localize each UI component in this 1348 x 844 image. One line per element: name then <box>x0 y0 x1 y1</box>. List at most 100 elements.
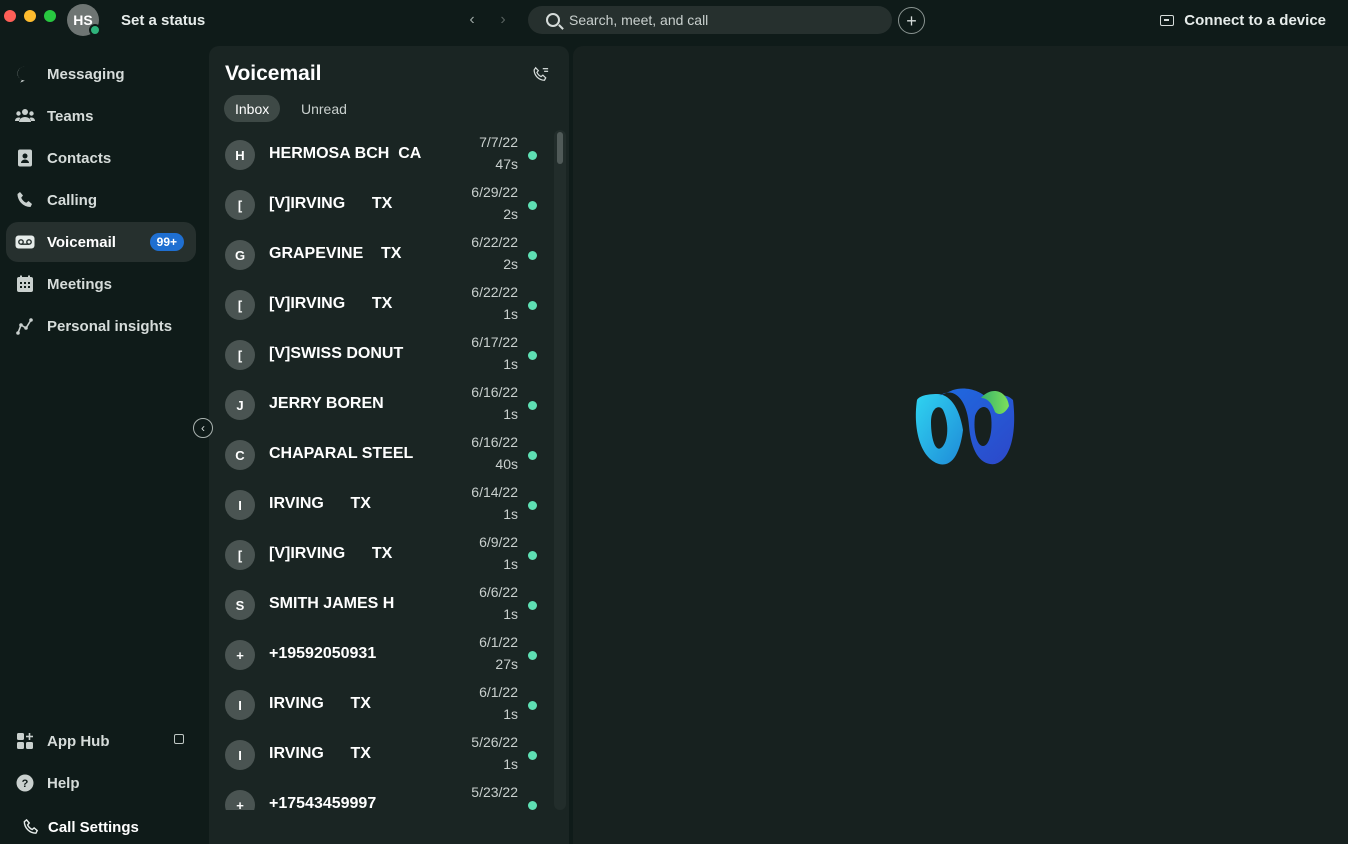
voicemail-list: H HERMOSA BCH CA 7/7/22 47s [ [V]IRVING … <box>209 130 554 810</box>
minimize-window-button[interactable] <box>24 10 36 22</box>
list-item[interactable]: + +19592050931 6/1/22 27s <box>209 630 554 680</box>
collapse-sidebar-button[interactable]: ‹ <box>193 418 213 438</box>
unread-dot <box>528 151 537 160</box>
list-item[interactable]: [ [V]IRVING TX 6/29/22 2s <box>209 180 554 230</box>
sidebar-item-contacts[interactable]: Contacts <box>6 138 196 178</box>
avatar: [ <box>225 190 255 220</box>
list-item[interactable]: [ [V]SWISS DONUT 6/17/22 1s <box>209 330 554 380</box>
caller-name: GRAPEVINE TX <box>269 245 402 262</box>
external-link-icon <box>174 734 184 744</box>
voicemail-date: 6/9/22 <box>479 534 518 550</box>
sidebar-item-voicemail[interactable]: Voicemail 99+ <box>6 222 196 262</box>
avatar: J <box>225 390 255 420</box>
insights-icon <box>15 316 35 336</box>
voicemail-duration: 40s <box>495 456 518 472</box>
voicemail-date: 6/16/22 <box>471 434 518 450</box>
connect-to-device-button[interactable]: Connect to a device <box>1160 12 1326 29</box>
avatar: + <box>225 790 255 810</box>
unread-dot <box>528 801 537 810</box>
scrollbar-thumb[interactable] <box>557 132 563 164</box>
forward-arrow-icon[interactable]: › <box>494 10 512 30</box>
main-content-area <box>573 46 1348 844</box>
avatar: I <box>225 690 255 720</box>
sidebar: Messaging Teams Contacts Calling Voicema… <box>0 46 205 844</box>
caller-name: +19592050931 <box>269 645 377 662</box>
list-item[interactable]: [ [V]IRVING TX 6/9/22 1s <box>209 530 554 580</box>
list-item[interactable]: I IRVING TX 6/1/22 1s <box>209 680 554 730</box>
list-item[interactable]: C CHAPARAL STEEL 6/16/22 40s <box>209 430 554 480</box>
unread-dot <box>528 751 537 760</box>
app-hub-icon <box>15 731 35 751</box>
caller-name: [V]IRVING TX <box>269 295 393 312</box>
set-status-button[interactable]: Set a status <box>121 12 205 29</box>
avatar: S <box>225 590 255 620</box>
unread-dot <box>528 351 537 360</box>
unread-dot <box>528 301 537 310</box>
voicemail-duration: 2s <box>503 206 518 222</box>
tab-inbox[interactable]: Inbox <box>224 95 281 122</box>
avatar: C <box>225 440 255 470</box>
sidebar-item-teams[interactable]: Teams <box>6 96 196 136</box>
voicemail-date: 6/6/22 <box>479 584 518 600</box>
sidebar-item-personal-insights[interactable]: Personal insights <box>6 306 196 346</box>
sidebar-item-label: Contacts <box>47 149 112 167</box>
call-settings-button[interactable]: Call Settings <box>22 818 139 836</box>
chat-bubble-icon <box>15 64 35 84</box>
sidebar-item-help[interactable]: ? Help <box>6 763 196 803</box>
sidebar-item-label: App Hub <box>47 732 110 750</box>
tab-unread[interactable]: Unread <box>290 95 358 122</box>
back-arrow-icon[interactable]: ‹ <box>463 10 481 30</box>
voicemail-date: 6/29/22 <box>471 184 518 200</box>
caller-name: [V]SWISS DONUT <box>269 345 404 362</box>
unread-dot <box>528 601 537 610</box>
list-item[interactable]: I IRVING TX 6/14/22 1s <box>209 480 554 530</box>
sidebar-item-label: Teams <box>47 107 94 125</box>
calendar-icon <box>15 274 35 294</box>
list-item[interactable]: I IRVING TX 5/26/22 1s <box>209 730 554 780</box>
voicemail-date: 6/16/22 <box>471 384 518 400</box>
voicemail-duration: 1s <box>503 406 518 422</box>
maximize-window-button[interactable] <box>44 10 56 22</box>
list-item[interactable]: H HERMOSA BCH CA 7/7/22 47s <box>209 130 554 180</box>
caller-name: IRVING TX <box>269 695 371 712</box>
new-action-plus-button[interactable]: + <box>898 7 925 34</box>
list-item[interactable]: [ [V]IRVING TX 6/22/22 1s <box>209 280 554 330</box>
avatar: + <box>225 640 255 670</box>
sidebar-item-meetings[interactable]: Meetings <box>6 264 196 304</box>
sidebar-item-app-hub[interactable]: App Hub <box>6 721 196 761</box>
page-title: Voicemail <box>225 62 322 85</box>
unread-dot <box>528 451 537 460</box>
voicemail-date: 7/7/22 <box>479 134 518 150</box>
voicemail-date: 6/22/22 <box>471 234 518 250</box>
phone-settings-icon <box>22 818 40 836</box>
presence-indicator <box>89 24 101 36</box>
search-input[interactable]: Search, meet, and call <box>528 6 892 34</box>
sidebar-item-messaging[interactable]: Messaging <box>6 54 196 94</box>
voicemail-duration: 1s <box>503 556 518 572</box>
avatar: I <box>225 490 255 520</box>
list-item[interactable]: J JERRY BOREN 6/16/22 1s <box>209 380 554 430</box>
avatar: [ <box>225 290 255 320</box>
sidebar-item-label: Personal insights <box>47 317 173 335</box>
search-placeholder: Search, meet, and call <box>569 12 709 28</box>
caller-name: [V]IRVING TX <box>269 545 393 562</box>
avatar: [ <box>225 340 255 370</box>
list-item[interactable]: G GRAPEVINE TX 6/22/22 2s <box>209 230 554 280</box>
people-icon <box>15 106 35 126</box>
voicemail-date: 6/1/22 <box>479 684 518 700</box>
call-voicemail-icon[interactable] <box>533 66 551 84</box>
voicemail-icon <box>15 232 35 252</box>
sidebar-item-label: Voicemail <box>47 233 116 251</box>
avatar: [ <box>225 540 255 570</box>
voicemail-scrollbar[interactable] <box>554 130 566 810</box>
voicemail-duration: 1s <box>503 756 518 772</box>
unread-dot <box>528 251 537 260</box>
sidebar-item-calling[interactable]: Calling <box>6 180 196 220</box>
close-window-button[interactable] <box>4 10 16 22</box>
list-item[interactable]: + +17543459997 5/23/22 <box>209 780 554 810</box>
list-item[interactable]: S SMITH JAMES H 6/6/22 1s <box>209 580 554 630</box>
unread-dot <box>528 401 537 410</box>
avatar: G <box>225 240 255 270</box>
voicemail-duration: 1s <box>503 506 518 522</box>
contacts-book-icon <box>15 148 35 168</box>
